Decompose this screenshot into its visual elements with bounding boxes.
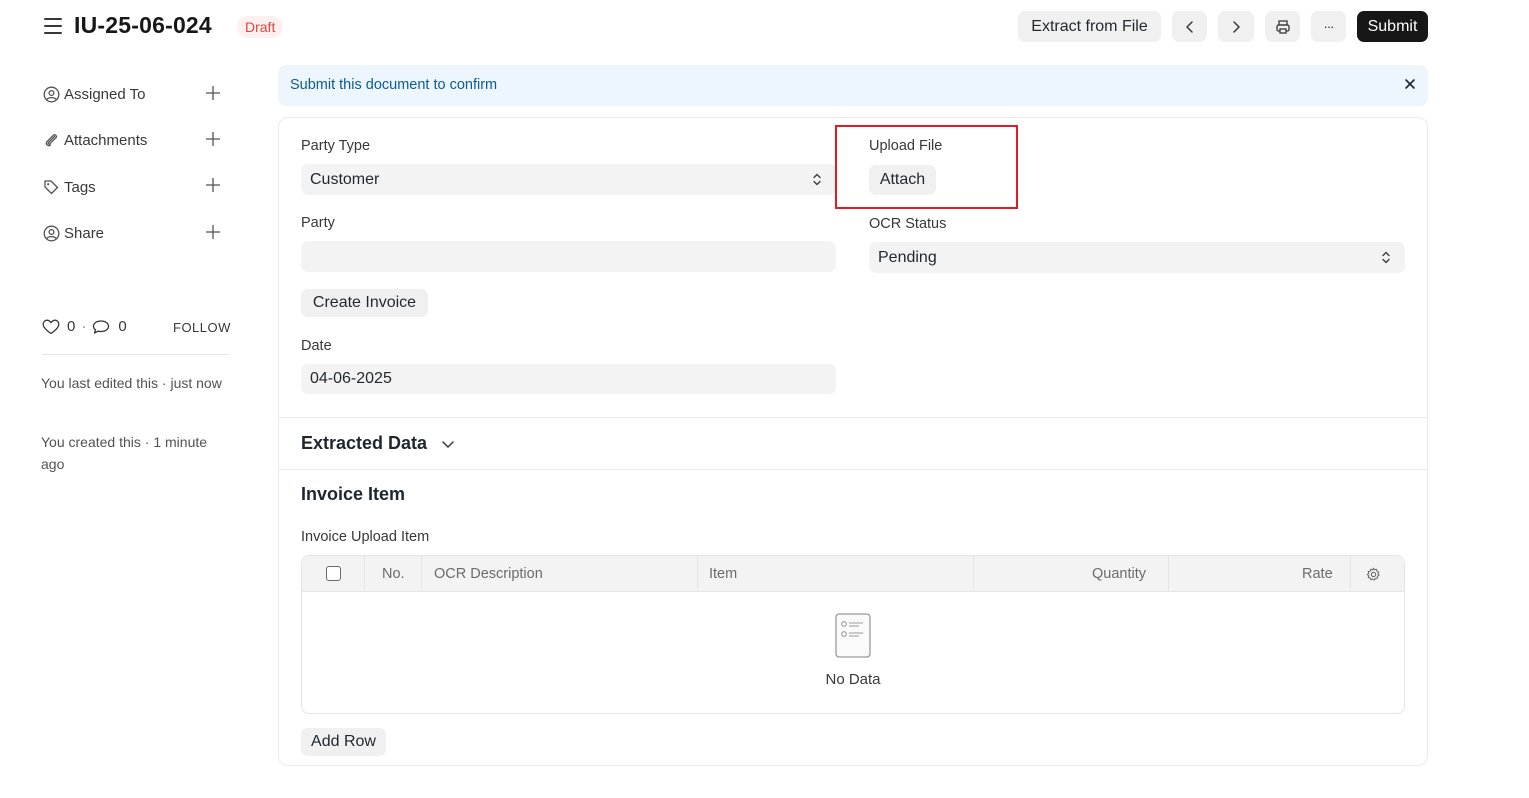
extracted-data-title: Extracted Data: [301, 433, 428, 453]
invoice-upload-item-table: No. OCR Description Item Quantity Rate N…: [301, 555, 1405, 714]
column-separator: [1350, 556, 1351, 592]
share-user-icon: [42, 224, 60, 242]
date-value: 04-06-2025: [310, 370, 392, 387]
more-icon: ···: [1323, 19, 1335, 34]
add-attachment-plus-icon[interactable]: [205, 131, 221, 147]
sidebar-item-attachments[interactable]: Attachments: [42, 129, 222, 151]
section-divider: [279, 417, 1427, 418]
comment-icon[interactable]: [92, 319, 110, 335]
sidebar-item-assigned-to[interactable]: Assigned To: [42, 83, 222, 105]
column-item: Item: [709, 566, 738, 582]
sidebar-item-share[interactable]: Share: [42, 222, 222, 244]
status-badge: Draft: [237, 16, 284, 38]
column-rate: Rate: [1302, 566, 1333, 582]
create-invoice-button[interactable]: Create Invoice: [301, 289, 428, 317]
no-data-text: No Data: [825, 671, 881, 688]
next-button[interactable]: [1218, 11, 1254, 42]
column-quantity: Quantity: [1092, 566, 1146, 582]
ocr-status-select[interactable]: Pending: [869, 242, 1405, 273]
party-type-value: Customer: [310, 170, 380, 188]
last-edited-text: You last edited this · just now: [41, 375, 222, 391]
sidebar-item-tags[interactable]: Tags: [42, 176, 222, 198]
page-title: IU-25-06-024: [74, 12, 212, 38]
stats-separator: ·: [81, 318, 87, 335]
sidebar-item-label: Assigned To: [64, 85, 146, 103]
sidebar-item-label: Tags: [64, 178, 96, 196]
invoice-upload-item-label: Invoice Upload Item: [301, 529, 430, 545]
column-separator: [1168, 556, 1169, 592]
column-separator: [421, 556, 422, 592]
more-options-button[interactable]: ···: [1311, 11, 1346, 42]
column-ocr-description: OCR Description: [434, 566, 543, 582]
party-input[interactable]: [301, 241, 836, 272]
table-header: No. OCR Description Item Quantity Rate: [302, 556, 1404, 592]
close-icon[interactable]: [1403, 77, 1417, 91]
select-caret-icon: [813, 173, 821, 186]
print-button[interactable]: [1265, 11, 1300, 42]
invoice-item-title: Invoice Item: [301, 484, 406, 504]
sidebar-divider: [42, 354, 229, 355]
chevron-right-icon: [1233, 20, 1240, 33]
add-assignee-plus-icon[interactable]: [205, 85, 221, 101]
date-label: Date: [301, 338, 332, 354]
likes-comments-stats: 0 · 0: [42, 318, 127, 335]
comment-count: 0: [118, 318, 127, 335]
column-separator: [697, 556, 698, 592]
settings-gear-icon[interactable]: [1366, 567, 1381, 582]
ocr-status-value: Pending: [878, 248, 937, 266]
created-text: You created this · 1 minute ago: [41, 434, 208, 472]
tag-icon: [42, 178, 60, 196]
add-tag-plus-icon[interactable]: [205, 177, 221, 193]
column-separator: [364, 556, 365, 592]
add-row-button[interactable]: Add Row: [301, 728, 386, 756]
extract-from-file-button[interactable]: Extract from File: [1018, 11, 1161, 42]
banner-message: Submit this document to confirm: [290, 77, 498, 93]
upload-file-highlight: [835, 125, 1018, 209]
sidebar-item-label: Share: [64, 224, 105, 242]
column-no: No.: [382, 566, 405, 582]
party-label: Party: [301, 215, 335, 231]
ocr-status-label: OCR Status: [869, 216, 947, 232]
date-input[interactable]: 04-06-2025: [301, 364, 836, 394]
add-share-plus-icon[interactable]: [205, 224, 221, 240]
select-caret-icon: [1382, 251, 1390, 264]
chevron-down-icon: [442, 440, 454, 448]
follow-button[interactable]: FOLLOW: [173, 320, 231, 335]
sidebar-item-label: Attachments: [64, 131, 148, 149]
like-count: 0: [67, 318, 76, 335]
paperclip-icon: [42, 131, 60, 149]
menu-icon[interactable]: [44, 18, 62, 36]
assign-user-icon: [42, 85, 60, 103]
column-separator: [973, 556, 974, 592]
extracted-data-section-toggle[interactable]: Extracted Data: [301, 433, 455, 454]
section-divider: [279, 469, 1427, 470]
empty-list-icon: [835, 613, 871, 658]
party-type-select[interactable]: Customer: [301, 164, 836, 195]
printer-icon: [1275, 19, 1290, 34]
party-type-label: Party Type: [301, 138, 371, 154]
submit-button[interactable]: Submit: [1357, 11, 1428, 42]
chevron-left-icon: [1185, 20, 1193, 33]
previous-button[interactable]: [1172, 11, 1207, 42]
select-all-checkbox[interactable]: [326, 566, 341, 581]
heart-icon[interactable]: [42, 319, 60, 335]
